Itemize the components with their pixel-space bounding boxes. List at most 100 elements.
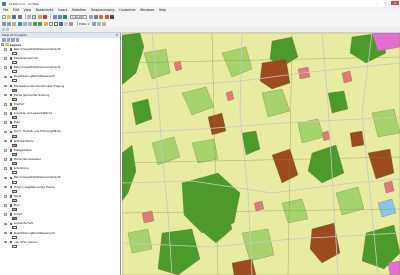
save-icon[interactable] (12, 14, 17, 19)
menu-view[interactable]: View (24, 8, 32, 12)
layer-symbol-swatch[interactable] (12, 107, 17, 111)
toc-layer-item[interactable]: − ✓ KlassifizierungNachWasserrecht (4, 231, 120, 240)
layer-expand-icon[interactable]: − (4, 149, 7, 152)
layer-expand-icon[interactable]: − (4, 176, 7, 180)
pan-icon[interactable] (12, 21, 17, 26)
layer-visibility-checkbox[interactable]: ✓ (9, 75, 12, 79)
toc-layer-item[interactable]: − ✓ Unland; Vegetationslose Fläche (4, 185, 120, 194)
map-canvas[interactable] (122, 33, 400, 275)
layer-visibility-checkbox[interactable]: ✓ (9, 57, 12, 60)
layer-symbol-swatch[interactable] (12, 208, 17, 212)
layer-expand-icon[interactable]: − (4, 231, 7, 235)
layer-expand-icon[interactable]: − (4, 139, 7, 143)
layer-symbol-swatch[interactable] (12, 51, 17, 55)
close-button[interactable]: ✕ (391, 1, 399, 5)
layer-expand-icon[interactable]: − (4, 66, 7, 69)
undo-icon[interactable] (52, 14, 57, 19)
layer-symbol-swatch[interactable] (12, 79, 17, 83)
zoom-in-icon[interactable] (2, 21, 6, 26)
toc-layer-item[interactable]: − ✓ Heide (4, 194, 120, 203)
layer-visibility-checkbox[interactable]: ✓ (9, 158, 12, 161)
layer-visibility-checkbox[interactable]: ✓ (9, 222, 12, 226)
toc-layer-item[interactable]: − ✓ Sport-, Freizeit- und Erholungsfläche (4, 130, 120, 139)
layer-expand-icon[interactable]: − (4, 84, 7, 88)
open-folder-icon[interactable] (7, 14, 12, 19)
layer-visibility-checkbox[interactable]: ✓ (9, 103, 12, 106)
print-icon[interactable] (17, 14, 22, 19)
layer-symbol-swatch[interactable] (12, 88, 17, 92)
toc-layer-item[interactable]: − ✓ Gewässermerkmal (4, 56, 120, 65)
redo-icon[interactable] (57, 14, 62, 19)
toc-layer-item[interactable]: − ✓ NaturUmweltOderBodenschutzrecht (4, 47, 120, 56)
layer-visibility-checkbox[interactable]: ✓ (9, 231, 12, 235)
layer-visibility-checkbox[interactable]: ✓ (9, 185, 12, 189)
map-view[interactable] (122, 33, 400, 275)
layer-visibility-checkbox[interactable]: ✓ (9, 213, 12, 216)
layer-expand-icon[interactable]: − (4, 57, 7, 60)
menu-customize[interactable]: Customize (119, 8, 136, 12)
layer-expand-icon[interactable]: − (4, 213, 7, 216)
find-icon[interactable] (64, 21, 69, 26)
toc-close-icon[interactable]: ✕ (115, 33, 118, 38)
layer-symbol-swatch[interactable] (12, 162, 17, 166)
layer-visibility-checkbox[interactable]: ✓ (9, 130, 12, 134)
layer-symbol-swatch[interactable] (12, 152, 17, 156)
toc-layer-item[interactable]: − ✓ Friedhof (4, 102, 120, 111)
list-by-drawing-order-icon[interactable] (2, 38, 6, 42)
toc-layer-item[interactable]: − ✓ Platz (4, 121, 120, 130)
layer-symbol-swatch[interactable] (12, 235, 17, 239)
layer-expand-icon[interactable]: − (4, 204, 7, 207)
toc-layer-item[interactable]: − ✓ NaturUmweltOderBodenschutzrecht (4, 65, 120, 74)
new-document-icon[interactable] (2, 14, 6, 19)
maximize-button[interactable]: □ (382, 1, 390, 5)
layer-expand-icon[interactable]: − (4, 47, 7, 51)
forward-extent-icon[interactable] (38, 21, 43, 26)
toc-layer-item[interactable]: − ✓ NaturUmweltOderBodenschutzrecht (4, 176, 120, 185)
layer-visibility-checkbox[interactable]: ✓ (9, 121, 12, 125)
layer-symbol-swatch[interactable] (12, 70, 17, 74)
paste-icon[interactable] (37, 14, 42, 19)
menu-help[interactable]: Help (159, 8, 166, 12)
python-icon[interactable] (109, 14, 114, 19)
layer-visibility-checkbox[interactable]: ✓ (9, 240, 12, 244)
copy-icon[interactable] (32, 14, 37, 19)
list-by-selection-icon[interactable] (15, 38, 19, 42)
menu-windows[interactable]: Windows (140, 8, 154, 12)
layer-visibility-checkbox[interactable]: ✓ (9, 112, 12, 115)
measure-icon[interactable] (69, 21, 74, 26)
layer-expand-icon[interactable]: − (4, 103, 7, 106)
toc-layer-item[interactable]: − ✓ Fläche gemischter Nutzung (4, 93, 120, 102)
map-scale-input[interactable]: 1:46.050 (70, 14, 88, 19)
table-of-contents-icon[interactable] (94, 14, 99, 19)
layer-expand-icon[interactable]: − (4, 121, 7, 124)
editor-toolbar-icon[interactable] (89, 14, 94, 19)
layer-symbol-swatch[interactable] (12, 134, 17, 138)
menu-insert[interactable]: Insert (58, 8, 67, 12)
layer-visibility-checkbox[interactable]: ✓ (9, 194, 12, 198)
layer-expand-icon[interactable]: − (4, 75, 7, 78)
list-by-source-icon[interactable] (6, 38, 10, 42)
minimize-button[interactable]: – (373, 1, 381, 5)
toc-layer-item[interactable]: − ✓ Schutzzone (4, 166, 120, 175)
layer-symbol-swatch[interactable] (12, 226, 17, 230)
catalog-icon[interactable] (99, 14, 104, 19)
add-data-icon[interactable] (62, 14, 67, 19)
layer-expand-icon[interactable]: − (4, 185, 7, 189)
layer-visibility-checkbox[interactable]: ✓ (9, 204, 12, 207)
toc-layer-item[interactable]: − ✓ KlassifizierungNachWasserrecht (4, 75, 120, 84)
menu-edit[interactable]: Edit (13, 8, 19, 12)
layer-visibility-checkbox[interactable]: ✓ (9, 47, 12, 51)
layer-visibility-checkbox[interactable]: ✓ (9, 167, 12, 170)
cut-icon[interactable] (27, 14, 32, 19)
fixed-zoom-in-icon[interactable] (22, 21, 27, 26)
toc-layer-item[interactable]: − ✓ <all other values> (4, 240, 120, 249)
layer-expand-icon[interactable]: − (4, 194, 7, 198)
layout-view-icon[interactable] (2, 28, 5, 31)
layer-symbol-swatch[interactable] (12, 97, 17, 101)
layer-expand-icon[interactable]: − (4, 222, 7, 225)
menu-file[interactable]: File (3, 8, 8, 12)
toc-layer-item[interactable]: − ✓ Sumpf (4, 212, 120, 221)
menu-bookmarks[interactable]: Bookmarks (36, 8, 54, 12)
select-elements-icon[interactable] (53, 21, 58, 26)
toc-layer-item[interactable]: − ✓ Moor (4, 203, 120, 212)
